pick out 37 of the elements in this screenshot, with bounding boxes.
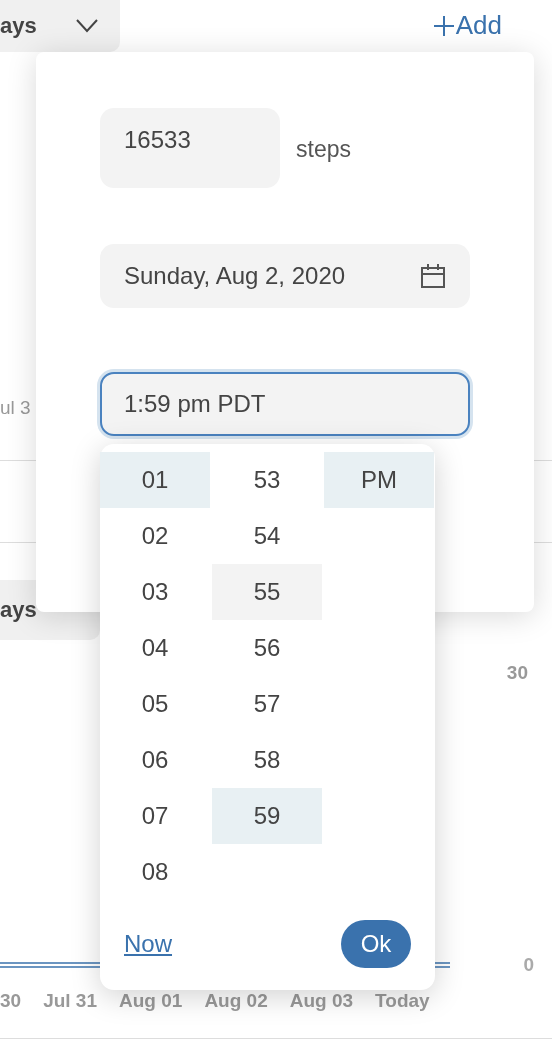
calendar-icon[interactable] xyxy=(420,263,446,289)
axis-label: 30 xyxy=(0,990,22,1012)
time-option[interactable]: 57 xyxy=(212,676,322,732)
axis-label: Today xyxy=(375,990,430,1012)
steps-field[interactable]: 16533 xyxy=(100,108,280,188)
unit-label: steps xyxy=(296,135,351,163)
time-option[interactable]: 08 xyxy=(100,844,210,900)
time-option[interactable]: 03 xyxy=(100,564,210,620)
time-option[interactable]: 07 xyxy=(100,788,210,844)
axis-label: 30 xyxy=(506,662,528,684)
time-option[interactable]: 04 xyxy=(100,620,210,676)
axis-label: Aug 01 xyxy=(119,990,183,1012)
axis-label: ul 3 xyxy=(0,397,32,420)
time-option[interactable]: 06 xyxy=(100,732,210,788)
time-option[interactable]: 59 xyxy=(212,788,322,844)
date-field[interactable]: Sunday, Aug 2, 2020 xyxy=(100,244,470,308)
axis-label: Aug 02 xyxy=(204,990,268,1012)
time-option[interactable]: 05 xyxy=(100,676,210,732)
time-option[interactable]: 56 xyxy=(212,620,322,676)
time-option[interactable]: 55 xyxy=(212,564,322,620)
select-label: ays xyxy=(0,597,37,623)
time-field[interactable]: 1:59 pm PDT xyxy=(100,372,470,436)
select-label: ays xyxy=(0,13,37,39)
time-option[interactable]: PM xyxy=(324,452,434,508)
add-link[interactable]: Add xyxy=(433,10,502,41)
axis-label: 0 xyxy=(523,954,534,976)
time-option[interactable]: 54 xyxy=(212,508,322,564)
time-option[interactable]: 01 xyxy=(100,452,210,508)
axis-label: Jul 31 xyxy=(43,990,97,1012)
time-option[interactable]: 53 xyxy=(212,452,322,508)
plus-icon xyxy=(433,15,454,36)
time-option[interactable]: 02 xyxy=(100,508,210,564)
range-select[interactable]: ays xyxy=(0,0,120,52)
time-option[interactable]: 58 xyxy=(212,732,322,788)
ok-button[interactable]: Ok xyxy=(341,920,411,968)
now-link[interactable]: Now xyxy=(124,930,172,958)
axis-label: Aug 03 xyxy=(289,990,354,1012)
